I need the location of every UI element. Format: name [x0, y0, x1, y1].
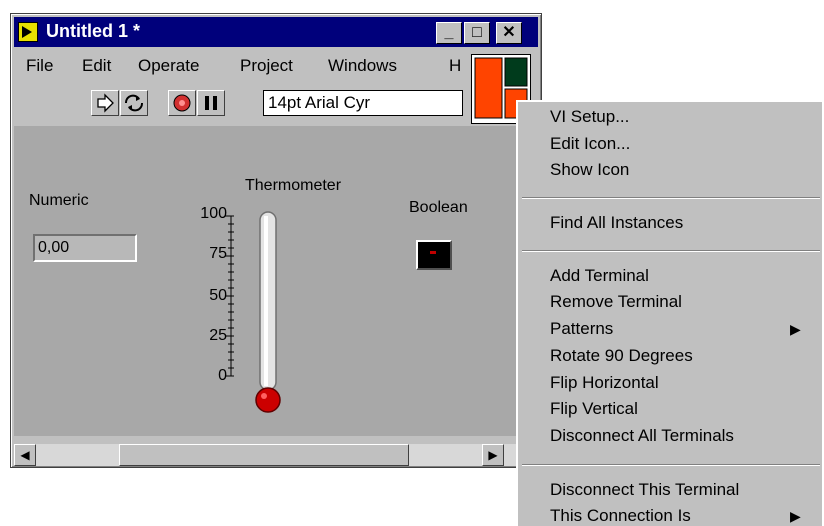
scroll-left-icon: ◀	[20, 448, 30, 462]
thermo-tick-0: 0	[218, 367, 227, 384]
thermo-tick-50: 50	[209, 287, 227, 304]
thermo-tick-100: 100	[200, 205, 227, 222]
thermometer-highlight	[264, 216, 268, 386]
menu-project[interactable]: Project	[240, 56, 293, 76]
labview-window: Untitled 1 * _ □ ✕ File Edit Operate Pro…	[10, 13, 542, 468]
menu-help-label: H	[449, 56, 462, 75]
menu-item-remove-terminal[interactable]: Remove Terminal	[550, 292, 682, 312]
toolbar: 14pt Arial Cyr	[14, 84, 469, 124]
menu-edit-label: Edit	[82, 56, 112, 75]
font-selector[interactable]: 14pt Arial Cyr	[263, 90, 463, 116]
boolean-led[interactable]	[416, 240, 452, 270]
context-menu: VI Setup... Edit Icon... Show Icon Find …	[516, 100, 822, 526]
boolean-label: Boolean	[409, 199, 468, 216]
thermo-tick-75: 75	[209, 245, 227, 262]
menu-item-disconnect-all[interactable]: Disconnect All Terminals	[550, 426, 734, 446]
menu-project-label: Project	[240, 56, 293, 75]
menu-item-rotate-90[interactable]: Rotate 90 Degrees	[550, 346, 693, 366]
numeric-label: Numeric	[29, 192, 89, 209]
thermometer-bulb-shine	[261, 393, 267, 399]
menu-item-add-terminal[interactable]: Add Terminal	[550, 266, 649, 286]
numeric-control[interactable]: 0,00	[33, 234, 137, 262]
thermometer-bulb	[255, 387, 281, 413]
menu-item-find-all-instances[interactable]: Find All Instances	[550, 213, 683, 233]
window-title: Untitled 1 *	[46, 21, 141, 41]
menu-file-label: File	[26, 56, 54, 75]
menu-separator	[522, 197, 820, 199]
close-icon: ✕	[502, 24, 516, 41]
submenu-arrow-icon: ▶	[790, 321, 801, 337]
run-arrow-icon	[97, 93, 114, 113]
menu-item-vi-setup[interactable]: VI Setup...	[550, 107, 629, 127]
menu-help[interactable]: H	[449, 56, 461, 76]
maximize-icon: □	[472, 24, 482, 41]
menu-item-edit-icon[interactable]: Edit Icon...	[550, 134, 630, 154]
thermometer-scale	[225, 215, 234, 377]
menu-item-flip-vertical[interactable]: Flip Vertical	[550, 399, 638, 419]
menu-operate[interactable]: Operate	[138, 56, 199, 76]
abort-button[interactable]	[168, 90, 196, 116]
minimize-icon: _	[444, 24, 454, 41]
pause-button[interactable]	[197, 90, 225, 116]
scroll-right-button[interactable]: ▶	[482, 444, 504, 466]
maximize-button[interactable]: □	[464, 22, 490, 44]
stop-icon	[173, 94, 191, 112]
menu-separator	[522, 464, 820, 466]
minimize-button[interactable]: _	[436, 22, 462, 44]
scroll-right-icon: ▶	[488, 448, 498, 462]
submenu-arrow-icon: ▶	[790, 508, 801, 524]
menu-separator	[522, 250, 820, 252]
close-button[interactable]: ✕	[496, 22, 522, 44]
thermometer-label: Thermometer	[245, 177, 342, 194]
menu-operate-label: Operate	[138, 56, 200, 75]
thermo-tick-25: 25	[209, 327, 227, 344]
run-continuously-button[interactable]	[120, 90, 148, 116]
menu-item-show-icon[interactable]: Show Icon	[550, 160, 629, 180]
menu-edit[interactable]: Edit	[82, 56, 111, 76]
run-continuously-icon	[125, 94, 143, 112]
menu-windows-label: Windows	[328, 56, 397, 75]
menu-item-flip-horizontal[interactable]: Flip Horizontal	[550, 373, 659, 393]
pause-icon	[205, 96, 217, 110]
thermometer-indicator[interactable]	[225, 204, 285, 424]
menu-item-this-connection-is[interactable]: This Connection Is	[550, 506, 691, 526]
labview-run-icon	[18, 22, 38, 42]
menu-item-patterns[interactable]: Patterns	[550, 319, 613, 339]
scroll-thumb[interactable]	[119, 444, 409, 466]
run-button[interactable]	[91, 90, 119, 116]
horizontal-scrollbar[interactable]: ◀ ▶	[14, 444, 519, 466]
menu-windows[interactable]: Windows	[328, 56, 397, 76]
title-bar[interactable]: Untitled 1 * _ □ ✕	[14, 17, 538, 47]
menu-file[interactable]: File	[26, 56, 53, 76]
scroll-left-button[interactable]: ◀	[14, 444, 36, 466]
menu-item-disconnect-this[interactable]: Disconnect This Terminal	[550, 480, 739, 500]
